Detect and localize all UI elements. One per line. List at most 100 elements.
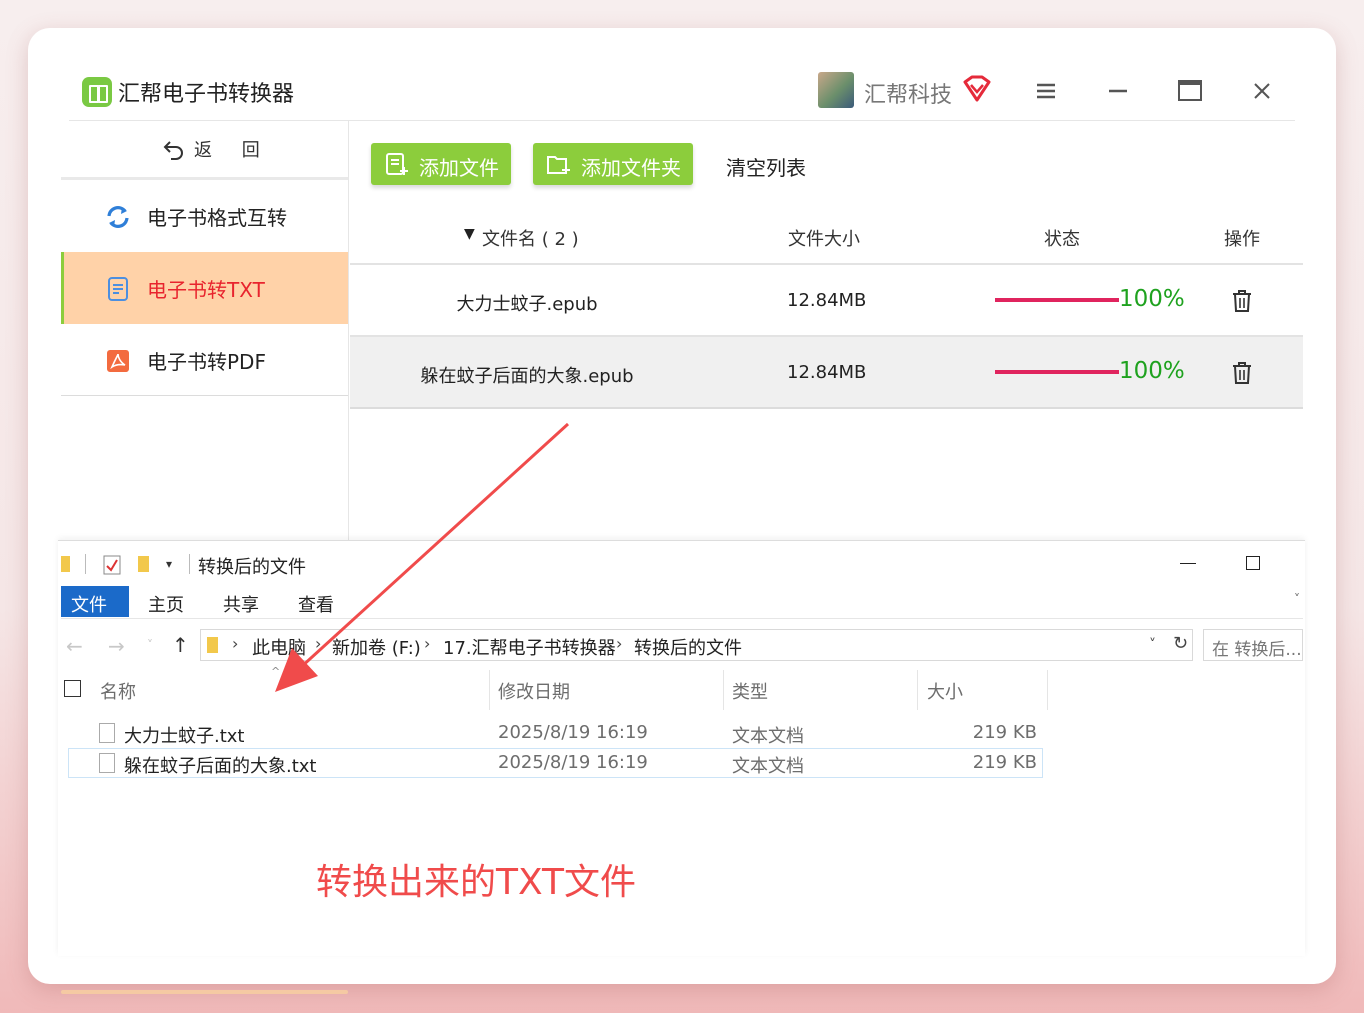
add-folder-button[interactable]: 添加文件夹 xyxy=(533,143,693,185)
title-divider xyxy=(69,120,1295,121)
sidebar-divider xyxy=(348,121,349,541)
new-folder-icon[interactable] xyxy=(138,556,149,572)
breadcrumb-app-folder[interactable]: 17.汇帮电子书转换器 xyxy=(443,634,616,660)
file-modified: 2025/8/19 16:19 xyxy=(498,752,648,773)
sidebar-item-to-txt[interactable]: 电子书转TXT xyxy=(61,252,348,324)
add-folder-icon xyxy=(547,156,570,174)
breadcrumb-separator-icon[interactable]: › xyxy=(616,634,622,653)
file-name: 躲在蚊子后面的大象.txt xyxy=(124,756,317,777)
refresh-icon[interactable]: ↻ xyxy=(1173,633,1188,654)
breadcrumb-separator-icon[interactable]: › xyxy=(315,634,321,653)
list-item[interactable]: 躲在蚊子后面的大象.txt 2025/8/19 16:19 文本文档 219 K… xyxy=(68,748,1043,778)
search-input[interactable]: 在 转换后... xyxy=(1203,629,1303,661)
vip-diamond-icon[interactable] xyxy=(962,74,992,104)
progress-bar xyxy=(995,370,1119,374)
column-header-name[interactable]: 文件名 ( 2 ) xyxy=(482,225,579,251)
column-divider[interactable] xyxy=(917,670,918,710)
table-row[interactable]: 躲在蚊子后面的大象.epub 12.84MB 100% xyxy=(350,337,1303,407)
progress-bar xyxy=(995,298,1119,302)
back-button[interactable]: 返 回 xyxy=(194,136,272,162)
breadcrumb-output-folder[interactable]: 转换后的文件 xyxy=(634,634,742,660)
clear-list-button[interactable]: 清空列表 xyxy=(726,152,806,181)
text-file-icon xyxy=(99,753,115,773)
table-row[interactable]: 大力士蚊子.epub 12.84MB 100% xyxy=(350,265,1303,335)
explorer-title: 转换后的文件 xyxy=(198,557,306,578)
qat-divider xyxy=(189,554,190,574)
column-divider[interactable] xyxy=(723,670,724,710)
sidebar-item-to-pdf[interactable]: 电子书转PDF xyxy=(61,324,348,396)
menu-icon[interactable] xyxy=(1028,73,1064,109)
column-divider[interactable] xyxy=(489,670,490,710)
column-header-modified[interactable]: 修改日期 xyxy=(498,678,570,704)
file-size: 219 KB xyxy=(972,752,1037,773)
ribbon-tab-home[interactable]: 主页 xyxy=(148,591,184,617)
breadcrumb-this-pc[interactable]: 此电脑 xyxy=(252,634,306,660)
refresh-icon xyxy=(107,206,129,228)
ribbon-tab-file[interactable]: 文件 xyxy=(61,586,129,617)
file-name: 大力士蚊子.epub xyxy=(456,294,598,315)
column-header-type[interactable]: 类型 xyxy=(732,678,768,704)
ribbon-tab-view[interactable]: 查看 xyxy=(298,591,334,617)
location-folder-icon xyxy=(207,637,218,653)
minimize-icon[interactable] xyxy=(1100,73,1136,109)
file-name: 大力士蚊子.txt xyxy=(124,726,245,747)
sort-desc-icon[interactable]: ▼ xyxy=(464,226,475,242)
sidebar-item-label: 电子书转TXT xyxy=(147,278,265,302)
progress-label: 100% xyxy=(1119,286,1185,312)
folder-icon xyxy=(61,556,70,572)
nav-forward-icon[interactable]: → xyxy=(108,634,125,658)
explorer-maximize-icon[interactable] xyxy=(1246,556,1260,570)
ribbon-divider xyxy=(61,618,1303,619)
column-header-action: 操作 xyxy=(1224,229,1260,250)
row-divider xyxy=(350,407,1303,409)
column-header-status: 状态 xyxy=(1044,229,1080,250)
progress-label: 100% xyxy=(1119,358,1185,384)
progress-track xyxy=(995,298,1119,302)
ribbon-tab-share[interactable]: 共享 xyxy=(223,591,259,617)
ribbon-expand-icon[interactable]: ˅ xyxy=(1294,592,1300,606)
properties-icon[interactable] xyxy=(103,555,121,575)
qat-divider xyxy=(85,554,86,574)
app-title: 汇帮电子书转换器 xyxy=(118,82,295,107)
annotation-label: 转换出来的TXT文件 xyxy=(316,862,637,903)
avatar[interactable] xyxy=(818,72,854,108)
column-header-size: 文件大小 xyxy=(788,229,860,250)
nav-back-icon[interactable]: ← xyxy=(66,634,83,658)
trash-icon[interactable] xyxy=(1230,289,1254,313)
file-size: 219 KB xyxy=(972,722,1037,743)
breadcrumb-volume[interactable]: 新加卷 (F:) xyxy=(332,634,421,660)
column-header-size[interactable]: 大小 xyxy=(927,678,963,704)
close-icon[interactable] xyxy=(1244,73,1280,109)
address-dropdown-icon[interactable]: ˅ xyxy=(1149,637,1156,653)
file-name: 躲在蚊子后面的大象.epub xyxy=(420,366,634,387)
add-file-label: 添加文件 xyxy=(419,156,499,180)
list-item[interactable]: 大力士蚊子.txt 2025/8/19 16:19 文本文档 219 KB xyxy=(68,719,1043,748)
sidebar-bottom-divider xyxy=(61,395,348,396)
breadcrumb-separator-icon[interactable]: › xyxy=(232,634,238,653)
sidebar-item-format-convert[interactable]: 电子书格式互转 xyxy=(61,180,348,252)
column-header-name[interactable]: 名称 xyxy=(100,678,136,704)
app-logo-icon xyxy=(82,77,112,107)
user-name[interactable]: 汇帮科技 xyxy=(864,77,952,109)
pdf-icon xyxy=(107,350,129,372)
breadcrumb-separator-icon[interactable]: › xyxy=(424,634,430,653)
file-type: 文本文档 xyxy=(732,726,804,747)
search-placeholder: 在 转换后... xyxy=(1212,640,1302,660)
file-size: 12.84MB xyxy=(787,362,867,383)
maximize-icon[interactable] xyxy=(1172,73,1208,109)
file-type: 文本文档 xyxy=(732,756,804,777)
ribbon-tab-label: 文件 xyxy=(71,595,107,616)
qat-dropdown-icon[interactable]: ▾ xyxy=(166,557,172,571)
select-all-checkbox[interactable] xyxy=(64,680,81,697)
file-size: 12.84MB xyxy=(787,290,867,311)
column-divider[interactable] xyxy=(1047,670,1048,710)
explorer-minimize-icon[interactable] xyxy=(1180,563,1196,564)
back-arrow-icon xyxy=(163,141,183,160)
progress-track xyxy=(995,370,1119,374)
nav-up-icon[interactable]: ↑ xyxy=(172,633,189,657)
sidebar-item-label: 电子书格式互转 xyxy=(147,206,287,230)
sidebar-item-label: 电子书转PDF xyxy=(147,350,266,374)
trash-icon[interactable] xyxy=(1230,361,1254,385)
add-file-button[interactable]: 添加文件 xyxy=(371,143,511,185)
recent-locations-icon[interactable]: ˅ xyxy=(147,638,153,652)
